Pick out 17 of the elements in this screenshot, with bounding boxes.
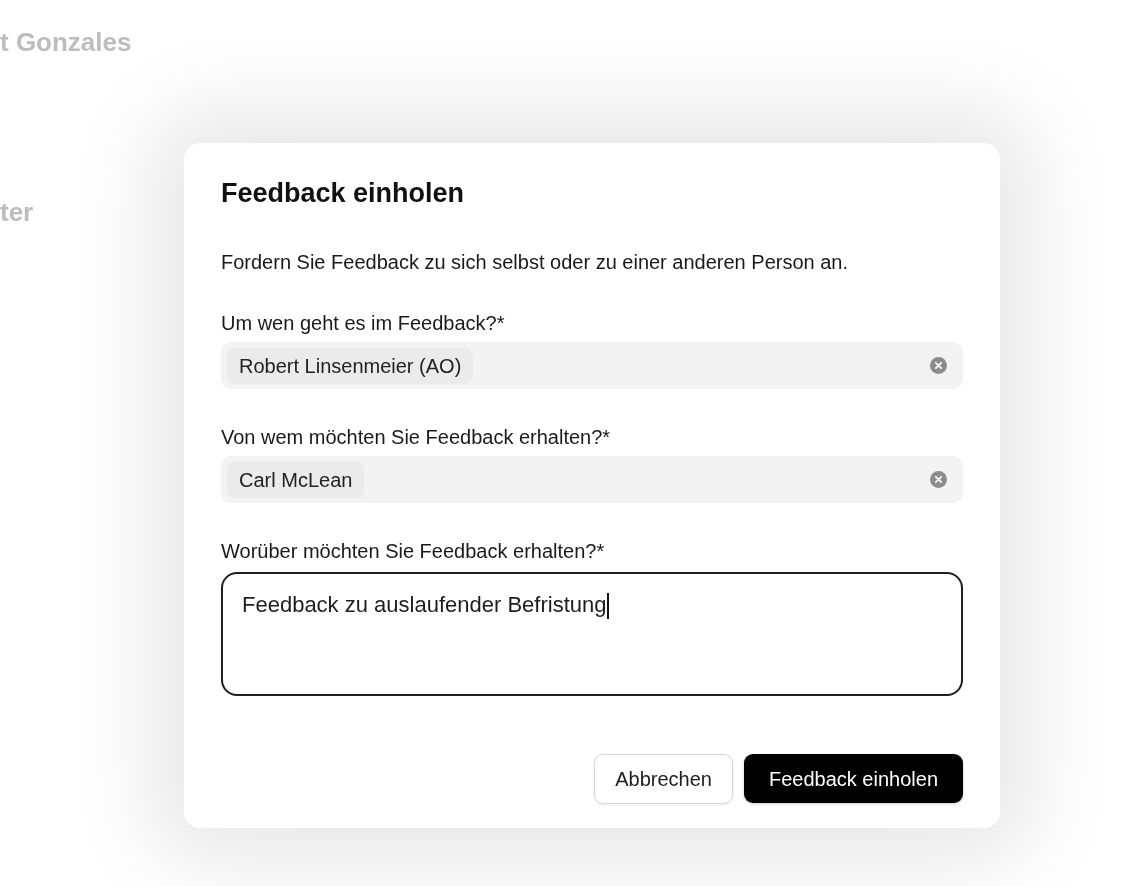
dialog-title: Feedback einholen bbox=[221, 177, 466, 210]
background-heading: t Gonzales bbox=[0, 27, 132, 57]
text-cursor-icon bbox=[607, 593, 610, 620]
field-label: Von wem möchten Sie Feedback erhalten?* bbox=[221, 425, 612, 449]
field-label: Worüber möchten Sie Feedback erhalten?* bbox=[221, 539, 606, 563]
person-select-field[interactable]: Carl McLean bbox=[221, 456, 963, 503]
background-text: ter bbox=[0, 197, 34, 227]
cancel-button[interactable]: Abbrechen bbox=[594, 754, 733, 804]
field-label: Um wen geht es im Feedback?* bbox=[221, 311, 506, 335]
clear-icon[interactable] bbox=[930, 471, 947, 488]
person-select-field[interactable]: Robert Linsenmeier (AO) bbox=[221, 342, 963, 389]
clear-icon[interactable] bbox=[930, 357, 947, 374]
message-textarea[interactable]: Feedback zu auslaufender Befristung bbox=[221, 572, 963, 696]
person-tag: Carl McLean bbox=[227, 461, 365, 498]
person-tag: Robert Linsenmeier (AO) bbox=[227, 347, 474, 384]
dialog-description: Fordern Sie Feedback zu sich selbst oder zu einer anderen Person an. bbox=[221, 250, 850, 274]
submit-button[interactable]: Feedback einholen bbox=[744, 754, 963, 803]
